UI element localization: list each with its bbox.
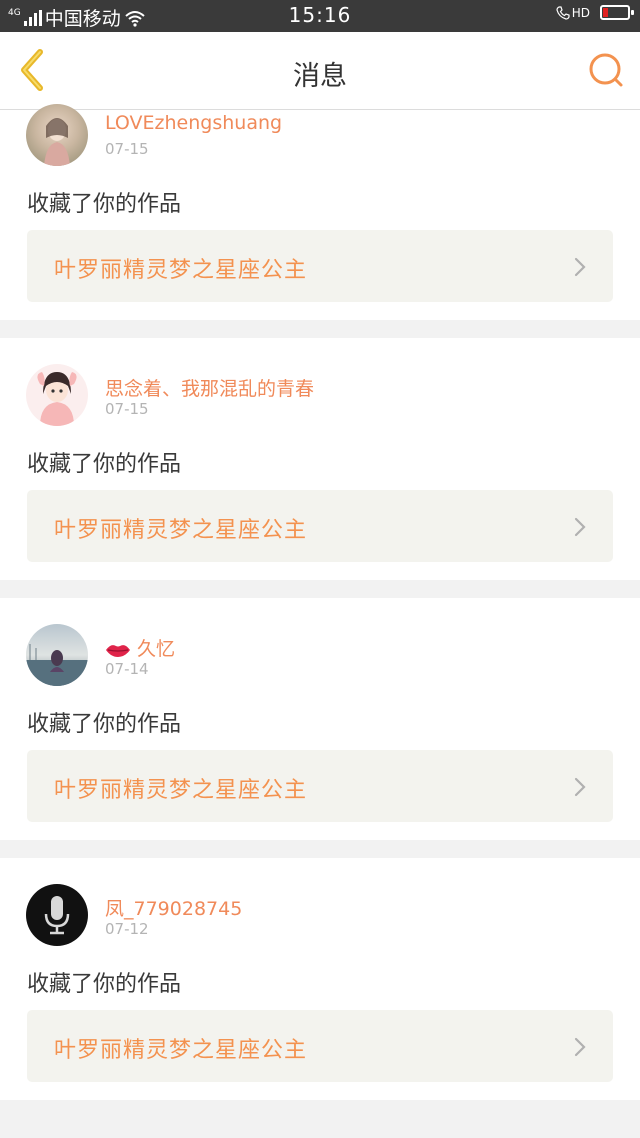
status-right: HD xyxy=(556,5,634,20)
chevron-right-icon xyxy=(574,1037,586,1057)
message-card: 思念着、我那混乱的青春 07-15 收藏了你的作品 叶罗丽精灵梦之星座公主 xyxy=(0,338,640,580)
avatar-image xyxy=(44,118,70,166)
chevron-right-icon xyxy=(574,517,586,537)
card-divider xyxy=(0,580,640,598)
chevron-right-icon xyxy=(574,777,586,797)
navigation-header: 消息 xyxy=(0,32,640,110)
username[interactable]: 凤_779028745 xyxy=(105,894,242,921)
action-text: 收藏了你的作品 xyxy=(27,972,182,997)
work-link[interactable]: 叶罗丽精灵梦之星座公主 xyxy=(27,230,613,302)
message-date: 07-14 xyxy=(105,660,149,678)
status-bar: 4G 中国移动 15:16 HD xyxy=(0,0,640,32)
action-text: 收藏了你的作品 xyxy=(27,192,182,217)
microphone-icon xyxy=(44,896,70,935)
action-text: 收藏了你的作品 xyxy=(27,712,182,737)
phone-icon xyxy=(556,5,570,20)
search-button[interactable] xyxy=(586,50,626,90)
message-card: 凤_779028745 07-12 收藏了你的作品 叶罗丽精灵梦之星座公主 xyxy=(0,858,640,1100)
avatar[interactable] xyxy=(26,884,88,946)
status-time: 15:16 xyxy=(288,3,352,27)
message-date: 07-12 xyxy=(105,920,149,938)
page-title: 消息 xyxy=(293,61,347,92)
lips-icon xyxy=(106,644,130,657)
card-divider xyxy=(0,840,640,858)
username-text: 久忆 xyxy=(137,638,176,660)
username[interactable]: 久忆 xyxy=(105,634,175,661)
work-link[interactable]: 叶罗丽精灵梦之星座公主 xyxy=(27,750,613,822)
hd-call-icon: HD xyxy=(556,6,590,20)
message-card: 久忆 07-14 收藏了你的作品 叶罗丽精灵梦之星座公主 xyxy=(0,598,640,840)
message-list: LOVEzhengshuang 07-15 收藏了你的作品 叶罗丽精灵梦之星座公… xyxy=(0,104,640,1118)
back-button[interactable] xyxy=(14,48,54,92)
card-divider xyxy=(0,320,640,338)
message-date: 07-15 xyxy=(105,400,149,418)
chevron-right-icon xyxy=(574,257,586,277)
work-title: 叶罗丽精灵梦之星座公主 xyxy=(54,258,308,283)
hd-label: HD xyxy=(571,5,590,20)
avatar-image xyxy=(26,644,88,686)
avatar[interactable] xyxy=(26,364,88,426)
card-divider xyxy=(0,1100,640,1118)
work-title: 叶罗丽精灵梦之星座公主 xyxy=(54,518,308,543)
work-title: 叶罗丽精灵梦之星座公主 xyxy=(54,1038,308,1063)
username[interactable]: 思念着、我那混乱的青春 xyxy=(105,374,314,401)
action-text: 收藏了你的作品 xyxy=(27,452,182,477)
battery-icon xyxy=(600,5,634,20)
avatar[interactable] xyxy=(26,624,88,686)
message-date: 07-15 xyxy=(105,140,149,158)
work-link[interactable]: 叶罗丽精灵梦之星座公主 xyxy=(27,490,613,562)
search-icon xyxy=(589,53,623,87)
work-title: 叶罗丽精灵梦之星座公主 xyxy=(54,778,308,803)
avatar[interactable] xyxy=(26,104,88,166)
avatar-image xyxy=(37,372,77,426)
chevron-left-icon xyxy=(21,49,43,91)
username[interactable]: LOVEzhengshuang xyxy=(105,112,282,134)
battery-level-fill xyxy=(603,8,608,17)
message-card: LOVEzhengshuang 07-15 收藏了你的作品 叶罗丽精灵梦之星座公… xyxy=(0,104,640,320)
work-link[interactable]: 叶罗丽精灵梦之星座公主 xyxy=(27,1010,613,1082)
